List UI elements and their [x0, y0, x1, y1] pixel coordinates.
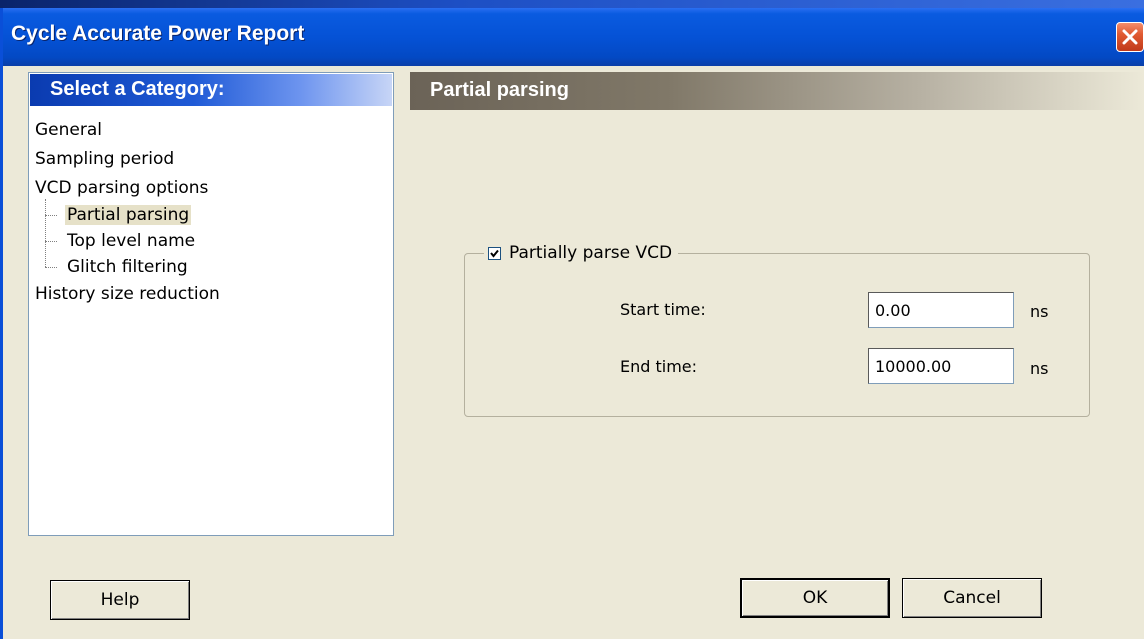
- tree-item-label: Sampling period: [35, 149, 175, 169]
- close-button[interactable]: [1116, 22, 1144, 52]
- end-time-unit: ns: [1030, 359, 1049, 378]
- tree-item-history-size-reduction[interactable]: History size reduction: [35, 281, 220, 307]
- tree-item-label: General: [35, 120, 102, 140]
- tree-item-top-level-name[interactable]: Top level name: [67, 228, 195, 254]
- tree-item-sampling-period[interactable]: Sampling period: [35, 146, 174, 172]
- category-header-label: Select a Category:: [50, 78, 225, 100]
- window-title: Cycle Accurate Power Report: [11, 22, 305, 45]
- partial-parse-label: Partially parse VCD: [509, 243, 673, 263]
- start-time-input[interactable]: [868, 292, 1014, 328]
- page-title: Partial parsing: [430, 79, 569, 101]
- partial-parse-checkbox[interactable]: [488, 246, 501, 260]
- tree-item-label: Top level name: [67, 231, 196, 251]
- category-tree-panel: Select a Category: General Sampling peri…: [28, 72, 394, 536]
- category-header: Select a Category:: [30, 74, 392, 106]
- tree-item-glitch-filtering[interactable]: Glitch filtering: [67, 254, 188, 280]
- close-icon: [1122, 29, 1138, 45]
- tree-connector: [45, 199, 46, 267]
- background-strip: [0, 0, 1144, 8]
- tree-item-vcd-parsing-options[interactable]: VCD parsing options: [35, 175, 208, 201]
- tree-item-label: Glitch filtering: [67, 257, 188, 277]
- start-time-unit: ns: [1030, 302, 1049, 321]
- ok-button[interactable]: OK: [740, 578, 890, 618]
- tree-item-label: History size reduction: [35, 284, 220, 304]
- tree-connector: [45, 215, 57, 216]
- partial-parse-group: [464, 253, 1090, 417]
- end-time-label: End time:: [620, 357, 698, 376]
- tree-item-label: VCD parsing options: [35, 178, 209, 198]
- checkmark-icon: [490, 249, 499, 258]
- tree-item-general[interactable]: General: [35, 117, 102, 143]
- title-bar[interactable]: Cycle Accurate Power Report: [3, 8, 1144, 66]
- tree-connector: [45, 267, 57, 268]
- tree-connector: [45, 241, 57, 242]
- start-time-label: Start time:: [620, 300, 706, 319]
- cancel-button[interactable]: Cancel: [902, 578, 1042, 618]
- end-time-input[interactable]: [868, 348, 1014, 384]
- partial-parse-toggle[interactable]: Partially parse VCD: [484, 240, 679, 266]
- tree-item-label: Partial parsing: [65, 205, 192, 225]
- help-button[interactable]: Help: [50, 580, 190, 620]
- tree-item-partial-parsing[interactable]: Partial parsing: [65, 202, 192, 228]
- page-header: Partial parsing: [410, 72, 1144, 110]
